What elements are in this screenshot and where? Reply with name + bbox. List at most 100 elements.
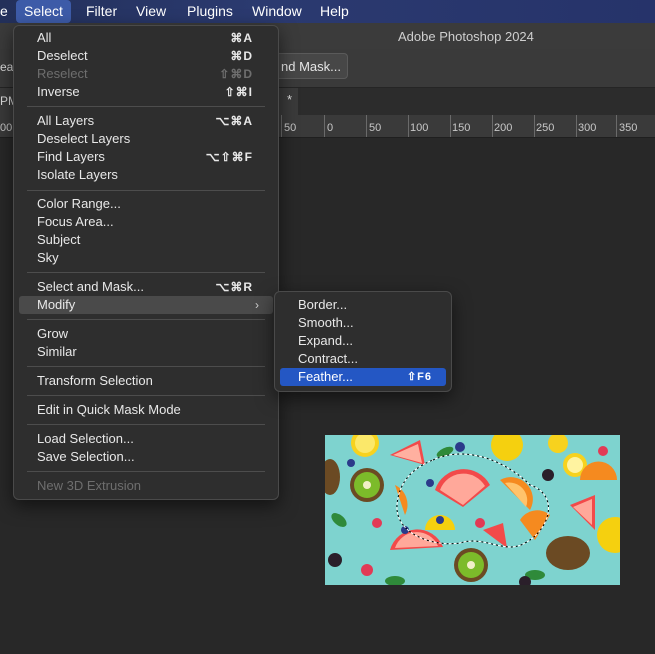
menu-separator	[27, 190, 265, 191]
menu-item-label: New 3D Extrusion	[37, 478, 142, 493]
shortcut: ⌘A	[230, 31, 253, 45]
ruler-tick	[576, 115, 577, 137]
ruler-label: 50	[284, 122, 297, 134]
menu-separator	[27, 424, 265, 425]
menubar-item-window[interactable]: Window	[244, 0, 310, 23]
menu-item-label: Reselect	[37, 66, 88, 81]
menu-item-label: All Layers	[37, 113, 95, 128]
ruler-tick	[281, 115, 282, 137]
menu-item-quick-mask[interactable]: Edit in Quick Mask Mode	[19, 401, 273, 419]
menu-item-label: Expand...	[298, 333, 353, 348]
chevron-right-icon: ›	[255, 298, 259, 312]
ruler-label: 350	[619, 122, 638, 134]
menu-separator	[27, 395, 265, 396]
menu-item-deselect[interactable]: Deselect ⌘D	[19, 47, 273, 65]
menu-item-transform-selection[interactable]: Transform Selection	[19, 372, 273, 390]
menu-item-label: Find Layers	[37, 149, 105, 164]
menubar-item-filter[interactable]: Filter	[78, 0, 125, 23]
menu-item-modify[interactable]: Modify ›	[19, 296, 273, 314]
modify-submenu: Border... Smooth... Expand... Contract..…	[274, 291, 452, 392]
menu-item-feather[interactable]: Feather... ⇧F6	[280, 368, 446, 386]
menu-item-label: Smooth...	[298, 315, 354, 330]
menu-item-deselect-layers[interactable]: Deselect Layers	[19, 130, 273, 148]
shortcut: ⇧⌘I	[224, 85, 253, 99]
ruler-label: 300	[578, 122, 597, 134]
menu-item-label: Grow	[37, 326, 69, 341]
menu-item-label: Sky	[37, 250, 59, 265]
shortcut: ⌥⌘A	[215, 114, 253, 128]
menu-separator	[27, 366, 265, 367]
menu-item-label: Select and Mask...	[37, 279, 144, 294]
menu-item-new-3d-extrusion: New 3D Extrusion	[19, 477, 273, 495]
menubar-item-edit[interactable]: e	[0, 0, 16, 23]
ruler-tick	[366, 115, 367, 137]
menu-item-label: Similar	[37, 344, 77, 359]
shortcut: ⇧⌘D	[219, 67, 253, 81]
shortcut: ⌘D	[230, 49, 253, 63]
ruler-tick	[408, 115, 409, 137]
menu-item-select-and-mask[interactable]: Select and Mask... ⌥⌘R	[19, 278, 273, 296]
menu-separator	[27, 272, 265, 273]
ruler-label: 100	[410, 122, 429, 134]
menu-item-inverse[interactable]: Inverse ⇧⌘I	[19, 83, 273, 101]
menu-item-label: Contract...	[298, 351, 358, 366]
menu-separator	[27, 106, 265, 107]
menu-item-color-range[interactable]: Color Range...	[19, 195, 273, 213]
ruler-tick	[492, 115, 493, 137]
options-bar-label: ea	[0, 60, 14, 74]
menu-item-label: Transform Selection	[37, 373, 153, 388]
menu-item-similar[interactable]: Similar	[19, 343, 273, 361]
ruler-label: 150	[452, 122, 471, 134]
ruler-label: 200	[494, 122, 513, 134]
menu-item-label: Border...	[298, 297, 348, 312]
menubar-item-plugins[interactable]: Plugins	[179, 0, 241, 23]
menu-item-label: Modify	[37, 297, 76, 312]
menu-item-label: Isolate Layers	[37, 167, 118, 182]
shortcut: ⌥⌘R	[215, 280, 253, 294]
menu-item-label: Focus Area...	[37, 214, 114, 229]
menu-item-label: Edit in Quick Mask Mode	[37, 402, 181, 417]
menu-item-border[interactable]: Border...	[280, 296, 446, 314]
ruler-tick	[324, 115, 325, 137]
ruler-tick	[616, 115, 617, 137]
ruler-label: 250	[536, 122, 555, 134]
menu-item-label: Save Selection...	[37, 449, 135, 464]
fruit-image[interactable]	[325, 435, 620, 585]
menubar-item-view[interactable]: View	[128, 0, 174, 23]
menu-item-all[interactable]: All ⌘A	[19, 29, 273, 47]
menu-item-reselect: Reselect ⇧⌘D	[19, 65, 273, 83]
menu-item-sky[interactable]: Sky	[19, 249, 273, 267]
menu-item-label: Feather...	[298, 369, 353, 384]
menu-item-isolate-layers[interactable]: Isolate Layers	[19, 166, 273, 184]
app-title: Adobe Photoshop 2024	[398, 29, 534, 44]
select-and-mask-button[interactable]: nd Mask...	[268, 53, 348, 79]
menu-item-label: Deselect	[37, 48, 88, 63]
menu-separator	[27, 471, 265, 472]
menu-bar: e Select Filter View Plugins Window Help	[0, 0, 655, 23]
menu-item-load-selection[interactable]: Load Selection...	[19, 430, 273, 448]
menu-item-label: All	[37, 30, 52, 45]
menu-item-find-layers[interactable]: Find Layers ⌥⇧⌘F	[19, 148, 273, 166]
ruler-label: 50	[369, 122, 382, 134]
menu-item-label: Color Range...	[37, 196, 121, 211]
menu-item-smooth[interactable]: Smooth...	[280, 314, 446, 332]
shortcut: ⇧F6	[406, 371, 432, 383]
menu-item-grow[interactable]: Grow	[19, 325, 273, 343]
menubar-item-select[interactable]: Select	[16, 0, 71, 23]
shortcut: ⌥⇧⌘F	[205, 150, 253, 164]
menu-item-subject[interactable]: Subject	[19, 231, 273, 249]
ruler-tick	[450, 115, 451, 137]
menu-item-label: Subject	[37, 232, 81, 247]
menu-item-save-selection[interactable]: Save Selection...	[19, 448, 273, 466]
menu-item-contract[interactable]: Contract...	[280, 350, 446, 368]
menu-item-expand[interactable]: Expand...	[280, 332, 446, 350]
menu-item-focus-area[interactable]: Focus Area...	[19, 213, 273, 231]
ruler-label: 00	[0, 122, 13, 134]
menu-item-all-layers[interactable]: All Layers ⌥⌘A	[19, 112, 273, 130]
menu-separator	[27, 319, 265, 320]
menu-item-label: Load Selection...	[37, 431, 134, 446]
ruler-label: 0	[327, 122, 334, 134]
menubar-item-help[interactable]: Help	[312, 0, 357, 23]
ruler-tick	[534, 115, 535, 137]
menu-item-label: Inverse	[37, 84, 80, 99]
